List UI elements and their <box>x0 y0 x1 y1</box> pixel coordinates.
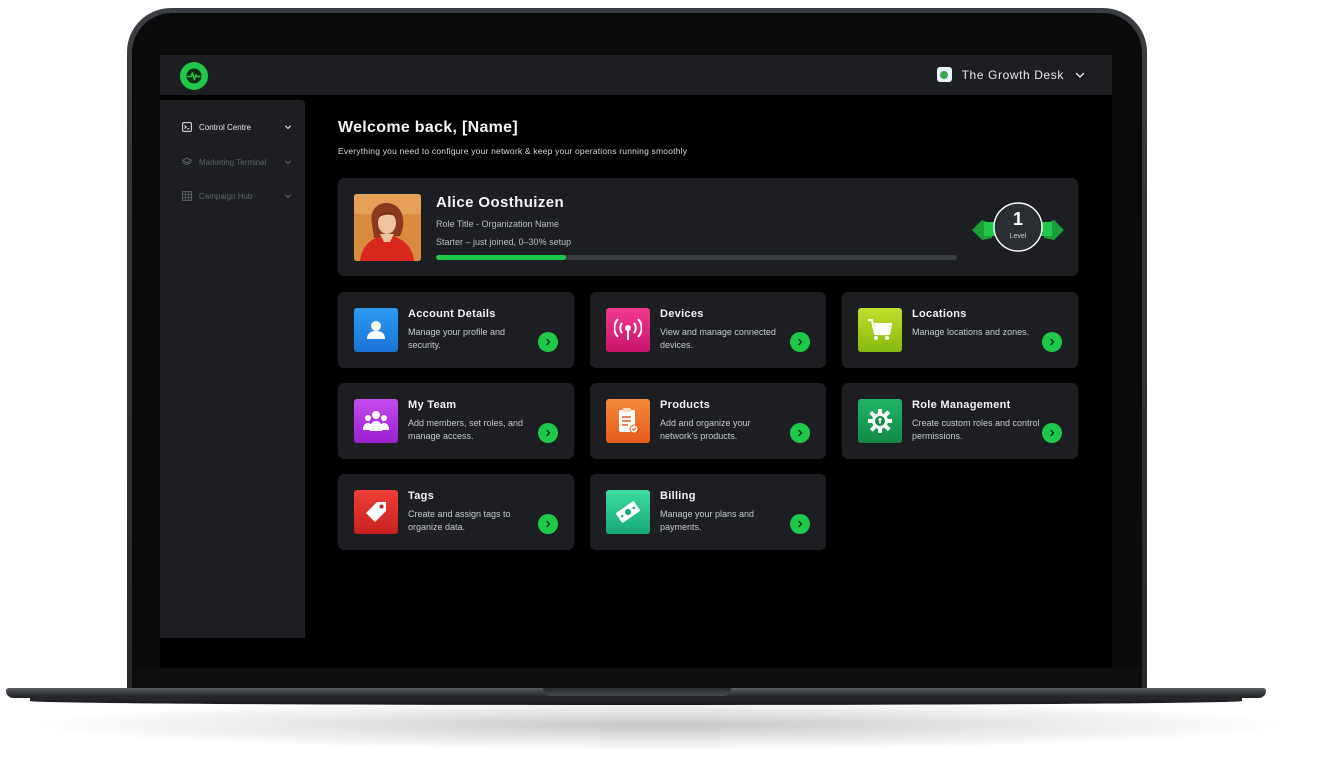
card-title: Role Management <box>912 399 1011 411</box>
setup-progress-fill <box>436 255 567 260</box>
card-title: Products <box>660 399 711 411</box>
app-logo[interactable] <box>180 62 208 90</box>
card-title: Locations <box>912 308 967 320</box>
card-devices[interactable]: Devices View and manage connected device… <box>590 292 826 368</box>
card-role-management[interactable]: Role Management Create custom roles and … <box>842 383 1078 459</box>
card-my-team[interactable]: My Team Add members, set roles, and mana… <box>338 383 574 459</box>
laptop-base-underside <box>30 697 1242 705</box>
sidebar: Control Centre Marketing Terminal Campai… <box>160 100 305 638</box>
card-description: Add and organize your network's products… <box>660 418 751 441</box>
chevron-down-icon <box>285 125 291 130</box>
setup-progress-bar <box>436 255 957 260</box>
card-account-details[interactable]: Account Details Manage your profile and … <box>338 292 574 368</box>
card-description: Manage locations and zones. <box>912 327 1030 337</box>
chevron-right-icon <box>1050 338 1055 346</box>
chevron-right-icon <box>798 520 803 528</box>
sidebar-item-label: Marketing Terminal <box>199 157 267 167</box>
card-tags[interactable]: Tags Create and assign tags to organize … <box>338 474 574 550</box>
sidebar-item-label: Control Centre <box>199 122 252 132</box>
card-products[interactable]: Products Add and organize your network's… <box>590 383 826 459</box>
sidebar-item-marketing-terminal[interactable]: Marketing Terminal <box>182 152 292 172</box>
avatar-portrait <box>354 194 421 261</box>
open-products-button[interactable] <box>790 423 810 443</box>
chevron-right-icon <box>546 520 551 528</box>
profile-stage: Starter – just joined, 0–30% setup <box>436 237 572 247</box>
cart-icon <box>858 308 902 352</box>
page-title: Welcome back, [Name] <box>338 119 518 136</box>
chevron-right-icon <box>798 338 803 346</box>
pulse-icon <box>186 68 202 84</box>
layers-icon <box>182 157 192 166</box>
open-account-details-button[interactable] <box>538 332 558 352</box>
level-badge: 1 Level <box>972 200 1064 256</box>
org-name: The Growth Desk <box>961 67 1064 82</box>
clipboard-icon <box>606 399 650 443</box>
card-description: Manage your plans and payments. <box>660 509 755 532</box>
chevron-down-icon <box>285 194 291 199</box>
gear-lock-icon <box>858 399 902 443</box>
card-title: My Team <box>408 399 457 411</box>
chevron-down-icon <box>285 160 291 165</box>
app-screen: The Growth Desk Control Centre Marketing… <box>160 55 1112 668</box>
avatar[interactable] <box>354 194 421 261</box>
laptop-lower-bezel <box>132 668 1142 688</box>
card-billing[interactable]: Billing Manage your plans and payments. <box>590 474 826 550</box>
card-locations[interactable]: Locations Manage locations and zones. <box>842 292 1078 368</box>
profile-card: Alice Oosthuizen Role Title - Organizati… <box>338 178 1078 276</box>
card-description: Manage your profile and security. <box>408 327 506 350</box>
user-icon <box>354 308 398 352</box>
page-subtitle: Everything you need to configure your ne… <box>338 146 688 156</box>
open-locations-button[interactable] <box>1042 332 1062 352</box>
grid-icon <box>182 191 192 201</box>
chevron-right-icon <box>1050 429 1055 437</box>
card-title: Tags <box>408 490 435 502</box>
open-billing-button[interactable] <box>790 514 810 534</box>
card-description: Create and assign tags to organize data. <box>408 509 511 532</box>
org-switcher[interactable]: The Growth Desk <box>936 67 1086 82</box>
open-devices-button[interactable] <box>790 332 810 352</box>
laptop-shadow <box>40 700 1280 750</box>
sidebar-item-campaign-hub[interactable]: Campaign Hub <box>182 186 292 206</box>
broadcast-icon <box>606 308 650 352</box>
card-title: Account Details <box>408 308 496 320</box>
chevron-right-icon <box>798 429 803 437</box>
open-role-management-button[interactable] <box>1042 423 1062 443</box>
card-description: Add members, set roles, and manage acces… <box>408 418 524 441</box>
card-title: Billing <box>660 490 696 502</box>
chevron-down-icon <box>1075 72 1085 78</box>
profile-role: Role Title - Organization Name <box>436 219 560 229</box>
level-label: Level <box>1009 233 1027 240</box>
chevron-right-icon <box>546 429 551 437</box>
team-icon <box>354 399 398 443</box>
terminal-icon <box>182 122 192 132</box>
card-title: Devices <box>660 308 704 320</box>
chevron-right-icon <box>546 338 551 346</box>
card-description: View and manage connected devices. <box>660 327 776 350</box>
org-logo-icon <box>936 67 952 82</box>
tag-icon <box>354 490 398 534</box>
open-tags-button[interactable] <box>538 514 558 534</box>
sidebar-item-control-centre[interactable]: Control Centre <box>182 117 292 137</box>
profile-name: Alice Oosthuizen <box>436 194 565 211</box>
open-my-team-button[interactable] <box>538 423 558 443</box>
sidebar-item-label: Campaign Hub <box>199 191 253 201</box>
level-number: 1 <box>1012 209 1023 229</box>
money-icon <box>606 490 650 534</box>
top-bar: The Growth Desk <box>160 55 1112 95</box>
laptop-notch <box>543 688 731 696</box>
card-description: Create custom roles and control permissi… <box>912 418 1040 441</box>
